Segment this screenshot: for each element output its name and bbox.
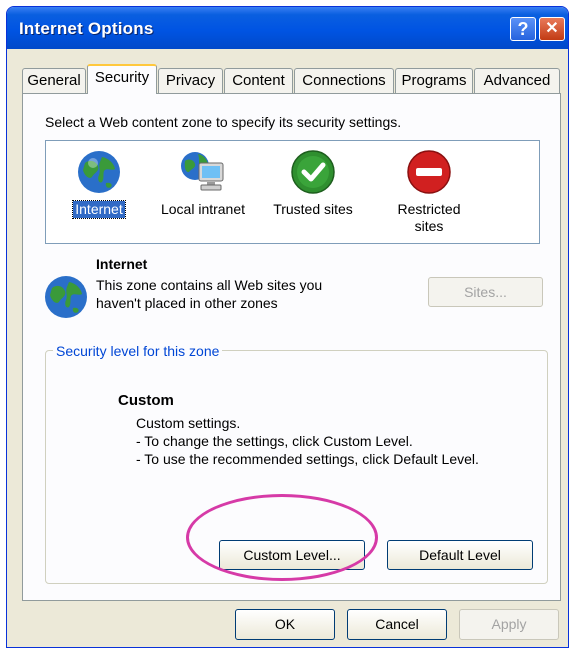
level-line: - To use the recommended settings, click… — [136, 451, 479, 467]
default-level-button[interactable]: Default Level — [387, 540, 533, 570]
tab-content[interactable]: Content — [224, 68, 293, 93]
window-title: Internet Options — [19, 19, 154, 38]
globe-icon — [78, 151, 120, 193]
selected-zone-description: This zone contains all Web sites you hav… — [96, 277, 323, 311]
zone-label-internet: Internet — [72, 200, 126, 219]
tab-general[interactable]: General — [22, 68, 86, 93]
tab-security[interactable]: Security — [87, 64, 157, 94]
custom-level-button[interactable]: Custom Level... — [219, 540, 365, 570]
level-line: - To change the settings, click Custom L… — [136, 433, 413, 449]
no-entry-icon — [407, 150, 451, 194]
sites-button[interactable]: Sites... — [428, 277, 543, 307]
help-icon: ? — [517, 19, 529, 39]
globe-icon — [45, 276, 87, 318]
zone-restricted-sites[interactable]: Restricted sites — [374, 149, 484, 236]
intranet-icon — [181, 152, 224, 191]
zone-local-intranet[interactable]: Local intranet — [148, 149, 258, 219]
close-button[interactable]: ✕ — [539, 17, 565, 41]
zone-label-local-intranet: Local intranet — [160, 201, 246, 217]
zone-list: Internet Local intranet Trusted sites Re… — [45, 140, 540, 244]
zone-label-trusted-sites: Trusted sites — [273, 201, 353, 217]
zone-internet[interactable]: Internet — [44, 149, 154, 219]
tab-connections[interactable]: Connections — [294, 68, 394, 93]
tab-privacy[interactable]: Privacy — [158, 68, 223, 93]
help-button[interactable]: ? — [510, 17, 536, 41]
zone-trusted-sites[interactable]: Trusted sites — [258, 149, 368, 219]
zone-label-restricted-sites: Restricted sites — [397, 201, 461, 234]
level-line: Custom settings. — [136, 415, 241, 431]
security-level-description: Custom settings. - To change the setting… — [136, 414, 479, 468]
security-level-group-title: Security level for this zone — [53, 343, 223, 359]
tab-advanced[interactable]: Advanced — [474, 68, 560, 93]
check-icon — [291, 150, 335, 194]
tab-programs[interactable]: Programs — [395, 68, 473, 93]
ok-button[interactable]: OK — [235, 609, 335, 640]
zone-instruction: Select a Web content zone to specify its… — [45, 114, 402, 130]
apply-button[interactable]: Apply — [459, 609, 559, 640]
close-icon: ✕ — [545, 20, 559, 37]
internet-options-dialog: Internet Options ? ✕ General Security Pr… — [6, 6, 569, 648]
security-tab-panel: Select a Web content zone to specify its… — [22, 93, 561, 601]
cancel-button[interactable]: Cancel — [347, 609, 447, 640]
title-bar[interactable]: Internet Options ? ✕ — [7, 7, 568, 49]
security-level-title: Custom — [118, 392, 174, 409]
selected-zone-name: Internet — [96, 256, 148, 272]
